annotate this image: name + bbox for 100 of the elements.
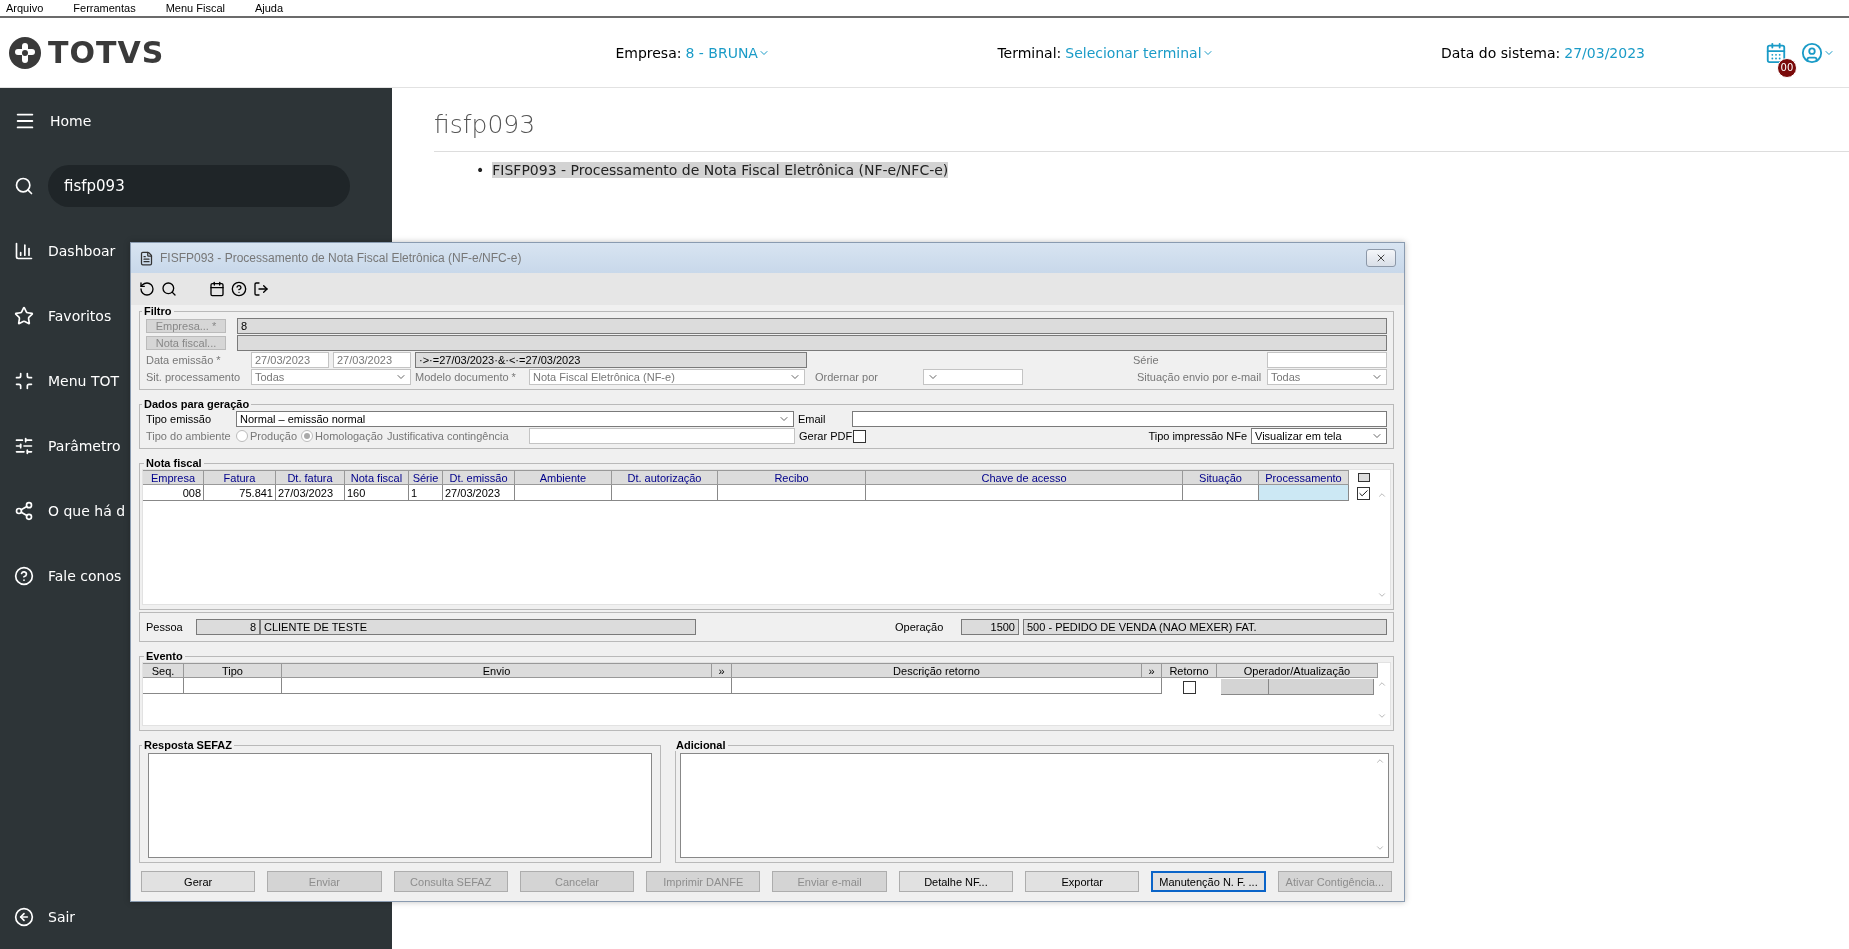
column-header[interactable]: Descrição retorno (732, 663, 1142, 678)
operacao-description-field: 500 - PEDIDO DE VENDA (NAO MEXER) FAT. (1023, 619, 1387, 635)
field-label: Ordernar por (815, 371, 879, 383)
field-label: Situação envio por e-mail (1137, 371, 1263, 383)
checkbox[interactable] (1183, 680, 1196, 694)
column-header[interactable]: Fatura (204, 470, 276, 485)
table-cell: 008 (143, 485, 204, 501)
justification-field[interactable] (528, 428, 795, 444)
nota-fiscal-field[interactable] (237, 335, 1387, 351)
help-icon[interactable] (231, 281, 247, 297)
table-cell: 75.841 (204, 485, 276, 501)
system-date-label: Data do sistema: (1441, 44, 1561, 61)
document-icon (139, 250, 154, 266)
column-header[interactable]: Dt. autorização (612, 470, 718, 485)
sidebar-item[interactable]: Parâmetro (48, 437, 121, 454)
dropdown-field[interactable]: Nota Fiscal Eletrônica (NF-e) (529, 369, 805, 385)
sidebar-item[interactable]: Favoritos (48, 307, 112, 324)
group-title: Filtro (143, 305, 173, 317)
sidebar-item[interactable]: Home (50, 112, 92, 129)
action-button[interactable]: Manutenção N. F. ... (1151, 871, 1266, 892)
column-header[interactable]: Situação (1183, 470, 1259, 485)
search-result-link[interactable]: FISFP093 - Processamento de Nota Fiscal Eletrônica (NF-e/NFC-e) (492, 162, 949, 178)
select-all-icon[interactable] (1357, 473, 1370, 482)
column-header[interactable]: » (712, 663, 732, 678)
system-date-value: 27/03/2023 (1564, 44, 1645, 61)
dropdown-field[interactable]: Todas (251, 369, 411, 385)
table-cell: 27/03/2023 (276, 485, 345, 501)
response-text-area[interactable] (148, 753, 652, 858)
column-header[interactable]: Dt. emissão (443, 470, 515, 485)
column-header[interactable]: Seq. (143, 663, 184, 678)
field-label: Tipo emissão (146, 413, 212, 425)
column-header[interactable]: Série (409, 470, 443, 485)
dropdown-field[interactable]: Todas (1267, 369, 1387, 385)
sidebar-icon[interactable] (14, 435, 34, 456)
menu-item[interactable]: Ferramentas (73, 2, 136, 14)
checkbox[interactable] (1357, 486, 1370, 500)
refresh-icon[interactable] (139, 281, 155, 297)
checkbox[interactable] (852, 429, 866, 443)
search-icon (14, 175, 34, 196)
sidebar-icon[interactable] (14, 500, 34, 521)
email-field[interactable] (852, 411, 1387, 427)
menu-item[interactable]: Ajuda (254, 2, 284, 14)
date-expression-field: ·>·=27/03/2023·&·<·=27/03/2023 (415, 352, 807, 368)
column-header[interactable]: Retorno (1162, 663, 1217, 678)
sidebar-icon[interactable] (14, 565, 34, 586)
sidebar-icon[interactable] (14, 305, 34, 326)
date-field[interactable]: 27/03/2023 (333, 352, 411, 368)
column-header[interactable]: Processamento (1259, 470, 1349, 485)
group-title: Nota fiscal (145, 457, 203, 469)
table-cell: 27/03/2023 (443, 485, 515, 501)
dropdown-field[interactable]: Visualizar em tela (1251, 428, 1387, 444)
field-label: Sit. processamento (146, 371, 242, 383)
calendar-icon[interactable] (1765, 41, 1787, 64)
sidebar-item[interactable]: Menu TOT (48, 372, 119, 389)
group-title: Dados para geração (143, 398, 251, 410)
sidebar-icon[interactable] (14, 240, 34, 261)
column-header[interactable]: Ambiente (515, 470, 612, 485)
group-title: Adicional (675, 739, 727, 751)
serie-field[interactable] (1267, 352, 1387, 368)
sidebar-item[interactable]: Sair (48, 908, 76, 925)
field-label: Operação (895, 621, 945, 633)
column-header[interactable]: Recibo (718, 470, 866, 485)
list-bullet: • (476, 162, 485, 178)
column-header[interactable]: Operador/Atualização (1217, 663, 1378, 678)
column-header[interactable]: » (1142, 663, 1162, 678)
exit-icon[interactable] (14, 906, 34, 927)
date-field[interactable]: 27/03/2023 (251, 352, 329, 368)
field-label: Modelo documento * (415, 371, 517, 383)
search-field[interactable]: fisfp093 (48, 164, 350, 207)
column-header[interactable]: Tipo (184, 663, 282, 678)
close-button[interactable] (1366, 249, 1396, 267)
field-label: Data emissão * (146, 354, 222, 366)
sidebar-item[interactable]: Fale conos (48, 567, 122, 584)
radio-button[interactable]: Produção (236, 430, 298, 442)
radio-button[interactable]: Homologação (301, 430, 383, 442)
sidebar-icon[interactable] (14, 370, 34, 391)
menu-item[interactable]: Arquivo (6, 2, 44, 14)
search-icon[interactable] (161, 281, 177, 297)
field-label: Pessoa (146, 621, 184, 633)
sidebar-item[interactable]: Dashboar (48, 242, 116, 259)
column-header[interactable]: Nota fiscal (345, 470, 409, 485)
exit-icon[interactable] (253, 281, 269, 297)
empresa-field[interactable]: 8 (237, 318, 1387, 334)
dropdown-field[interactable] (923, 369, 1023, 385)
dropdown-field[interactable]: Normal – emissão normal (236, 411, 794, 427)
action-button[interactable]: Exportar (1025, 871, 1140, 892)
field-label: Email (798, 413, 827, 425)
calendar-icon[interactable] (209, 281, 225, 297)
column-header[interactable]: Chave de acesso (866, 470, 1183, 485)
close-icon (1375, 252, 1387, 264)
column-header[interactable]: Empresa (143, 470, 204, 485)
action-button[interactable]: Detalhe NF... (898, 871, 1014, 892)
user-icon[interactable] (1801, 41, 1823, 64)
logo-text: TOTVS (48, 35, 165, 70)
column-header[interactable]: Envio (282, 663, 712, 678)
action-button[interactable]: Gerar (141, 871, 256, 892)
operacao-code-field: 1500 (961, 619, 1019, 635)
sidebar-item[interactable]: O que há d (48, 502, 126, 519)
menu-item[interactable]: Menu Fiscal (165, 2, 225, 14)
column-header[interactable]: Dt. fatura (276, 470, 345, 485)
